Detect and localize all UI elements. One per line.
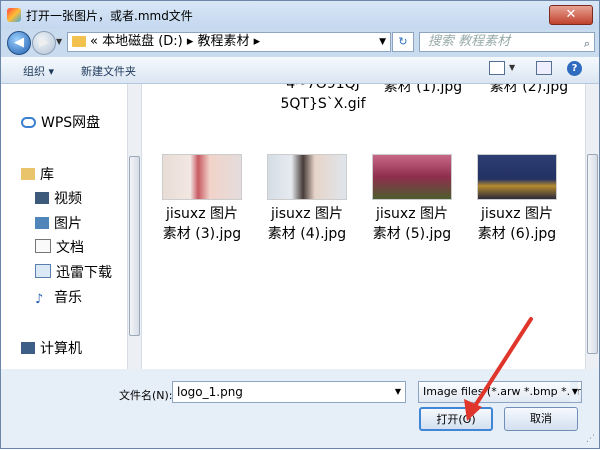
title-bar: 打开一张图片，或者.mmd文件 ✕ [1,1,599,29]
library-icon [21,168,35,180]
organize-menu[interactable]: 组织 ▾ [23,63,54,79]
thumbnail-5[interactable] [372,154,452,200]
cloud-icon [21,117,36,128]
open-button[interactable]: 打开(O) [419,407,493,431]
nav-scrollbar[interactable] [127,84,141,369]
file-tile-4[interactable]: jisuxz 图片 素材 (4).jpg [257,204,357,244]
picture-icon [35,217,49,229]
filename-label: 文件名(N): [119,389,173,402]
filename-dropdown-icon[interactable]: ▼ [395,382,401,402]
close-button[interactable]: ✕ [549,5,593,25]
new-folder-button[interactable]: 新建文件夹 [81,63,136,79]
search-placeholder: 搜索 教程素材 [428,34,511,49]
folder-icon [72,36,86,47]
nav-item-music[interactable]: ♪ 音乐 [35,287,82,307]
computer-icon [21,342,35,354]
path-breadcrumb[interactable]: « 本地磁盘 (D:) ▸ 教程素材 ▸ ▼ [67,32,391,52]
download-icon [35,264,51,278]
filetype-value: Image files (*.arw *.bmp *.cr [423,385,581,398]
change-view-icon[interactable] [489,61,505,75]
filetype-dropdown-icon[interactable]: ▼ [569,382,578,402]
search-icon[interactable]: ⌕ [584,35,590,53]
refresh-button[interactable]: ↻ [392,32,414,52]
command-toolbar: 组织 ▾ 新建文件夹 ▼ ? [1,57,599,84]
nav-item-video[interactable]: 视频 [35,188,82,208]
search-input[interactable]: 搜索 教程素材 ⌕ [419,32,595,52]
thumbnail-6[interactable] [477,154,557,200]
nav-item-library[interactable]: 库 [21,164,54,184]
filetype-select[interactable]: Image files (*.arw *.bmp *.cr ▼ [418,381,582,403]
nav-item-documents[interactable]: 文档 [35,237,84,257]
forward-button[interactable]: ▶ [32,31,56,55]
address-bar: ◀ ▶ ▼ « 本地磁盘 (D:) ▸ 教程素材 ▸ ▼ ↻ 搜索 教程素材 ⌕ [1,29,599,57]
nav-scroll-thumb[interactable] [129,156,140,336]
nav-item-pictures[interactable]: 图片 [35,213,82,233]
cancel-button[interactable]: 取消 [504,407,578,431]
file-tile-3[interactable]: jisuxz 图片 素材 (3).jpg [152,204,252,244]
navigation-pane: WPS网盘 库 视频 图片 文档 迅雷下载 ♪ 音乐 计算机 [1,84,142,369]
files-scrollbar[interactable] [585,84,599,369]
file-tile-5[interactable]: jisuxz 图片 素材 (5).jpg [362,204,462,244]
app-icon [7,8,21,22]
video-icon [35,192,49,204]
help-icon[interactable]: ? [567,61,582,76]
file-tile-2[interactable]: 素材 (2).jpg [479,84,579,97]
nav-item-computer[interactable]: 计算机 [21,338,82,358]
music-icon: ♪ [35,292,44,307]
file-tile-gif[interactable]: 4~7O91QJ 5QT}S`X.gif [273,84,373,114]
path-dropdown-icon[interactable]: ▼ [379,33,386,51]
filename-field[interactable]: logo_1.png ▼ [172,381,406,403]
breadcrumb-text[interactable]: « 本地磁盘 (D:) ▸ 教程素材 ▸ [90,33,260,51]
filename-value[interactable]: logo_1.png [177,385,243,399]
thumbnail-4[interactable] [267,154,347,200]
resize-grip-icon[interactable]: ⋰ [586,434,595,444]
file-list: 4~7O91QJ 5QT}S`X.gif 素材 (1).jpg 素材 (2).j… [142,84,585,369]
window-title: 打开一张图片，或者.mmd文件 [26,9,193,23]
dialog-footer: 文件名(N): logo_1.png ▼ Image files (*.arw … [1,369,599,448]
preview-pane-icon[interactable] [536,61,552,75]
nav-item-thunder-download[interactable]: 迅雷下载 [35,262,112,282]
history-dropdown-icon[interactable]: ▼ [56,37,62,46]
nav-item-wps-cloud[interactable]: WPS网盘 [21,112,100,132]
file-tile-6[interactable]: jisuxz 图片 素材 (6).jpg [467,204,567,244]
back-button[interactable]: ◀ [7,31,31,55]
thumbnail-3[interactable] [162,154,242,200]
files-scroll-thumb[interactable] [587,154,598,354]
document-icon [35,239,51,253]
file-open-dialog: 打开一张图片，或者.mmd文件 ✕ ◀ ▶ ▼ « 本地磁盘 (D:) ▸ 教程… [0,0,600,449]
file-tile-1[interactable]: 素材 (1).jpg [373,84,473,97]
view-dropdown-icon[interactable]: ▼ [509,63,515,72]
